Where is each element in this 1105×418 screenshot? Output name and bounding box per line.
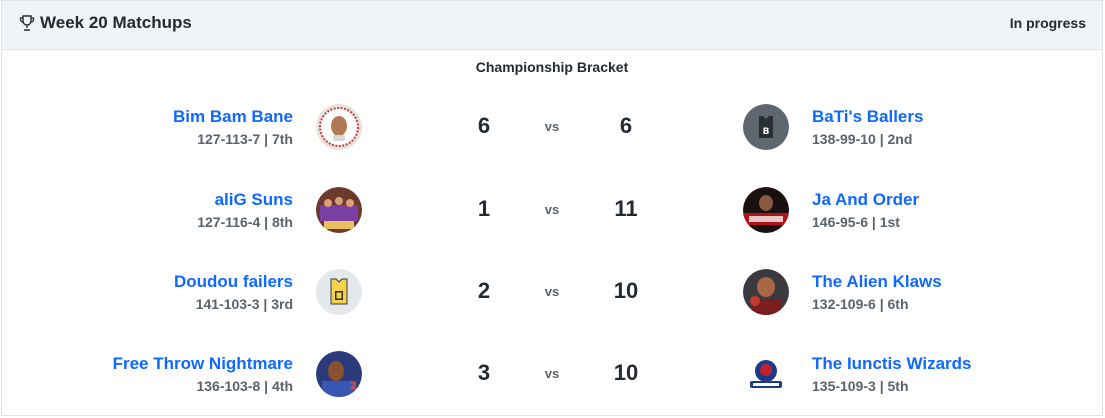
team-right: The Alien Klaws 132-109-6 | 6th — [812, 271, 942, 314]
team-name-link[interactable]: aliG Suns — [197, 189, 293, 211]
team-avatar[interactable]: 2 — [316, 351, 362, 397]
trophy-icon — [19, 15, 35, 31]
team-avatar[interactable] — [743, 187, 789, 233]
team-name-link[interactable]: Doudou failers — [174, 271, 293, 293]
vs-label: vs — [544, 119, 560, 134]
header-title-group: Week 20 Matchups — [18, 13, 192, 33]
team-name-link[interactable]: The Iunctis Wizards — [812, 353, 971, 375]
team-name-link[interactable]: BaTi's Ballers — [812, 106, 923, 128]
team-avatar[interactable] — [743, 269, 789, 315]
matchups-card: Week 20 Matchups In progress Championshi… — [1, 0, 1103, 416]
team-avatar[interactable]: B — [743, 104, 789, 150]
team-avatar[interactable] — [743, 351, 789, 397]
matchup-row[interactable]: Free Throw Nightmare 136-103-8 | 4th 2 3… — [2, 345, 1102, 415]
score-right: 6 — [619, 113, 633, 138]
team-record: 146-95-6 | 1st — [812, 214, 900, 230]
team-avatar[interactable] — [316, 269, 362, 315]
team-right: The Iunctis Wizards 135-109-3 | 5th — [812, 353, 971, 396]
team-left: Free Throw Nightmare 136-103-8 | 4th — [113, 353, 293, 396]
team-record: 141-103-3 | 3rd — [195, 296, 293, 312]
bracket-label: Championship Bracket — [475, 59, 629, 75]
matchup-row[interactable]: Bim Bam Bane 127-113-7 | 7th 6 vs 6 B Ba… — [2, 98, 1102, 168]
team-record: 132-109-6 | 6th — [812, 296, 909, 312]
team-avatar[interactable] — [316, 187, 362, 233]
team-left: Doudou failers 141-103-3 | 3rd — [174, 271, 293, 314]
team-record: 135-109-3 | 5th — [812, 378, 909, 394]
score-left: 1 — [477, 196, 491, 221]
team-name-link[interactable]: Bim Bam Bane — [173, 106, 293, 128]
team-record: 127-116-4 | 8th — [197, 214, 293, 230]
vs-label: vs — [544, 366, 560, 381]
matchup-row[interactable]: aliG Suns 127-116-4 | 8th 1 vs 11 Ja And… — [2, 181, 1102, 251]
team-right: BaTi's Ballers 138-99-10 | 2nd — [812, 106, 923, 149]
team-right: Ja And Order 146-95-6 | 1st — [812, 189, 919, 232]
svg-text:B: B — [763, 127, 770, 137]
score-right: 10 — [613, 278, 639, 303]
team-name-link[interactable]: Ja And Order — [812, 189, 919, 211]
team-name-link[interactable]: The Alien Klaws — [812, 271, 942, 293]
page-title: Week 20 Matchups — [40, 13, 192, 32]
score-left: 2 — [477, 278, 491, 303]
team-record: 138-99-10 | 2nd — [812, 131, 913, 147]
card-header: Week 20 Matchups In progress — [2, 1, 1102, 50]
svg-text:2: 2 — [350, 381, 357, 392]
team-record: 136-103-8 | 4th — [196, 378, 293, 394]
team-avatar[interactable] — [316, 104, 362, 150]
score-left: 3 — [477, 360, 491, 385]
matchup-row[interactable]: Doudou failers 141-103-3 | 3rd 2 vs 10 T… — [2, 263, 1102, 333]
score-right: 10 — [613, 360, 639, 385]
vs-label: vs — [544, 202, 560, 217]
status-label: In progress — [1009, 15, 1086, 31]
score-right: 11 — [614, 196, 638, 221]
team-left: Bim Bam Bane 127-113-7 | 7th — [173, 106, 293, 149]
vs-label: vs — [544, 284, 560, 299]
team-name-link[interactable]: Free Throw Nightmare — [113, 353, 293, 375]
score-left: 6 — [477, 113, 491, 138]
team-record: 127-113-7 | 7th — [197, 131, 293, 147]
team-left: aliG Suns 127-116-4 | 8th — [197, 189, 293, 232]
